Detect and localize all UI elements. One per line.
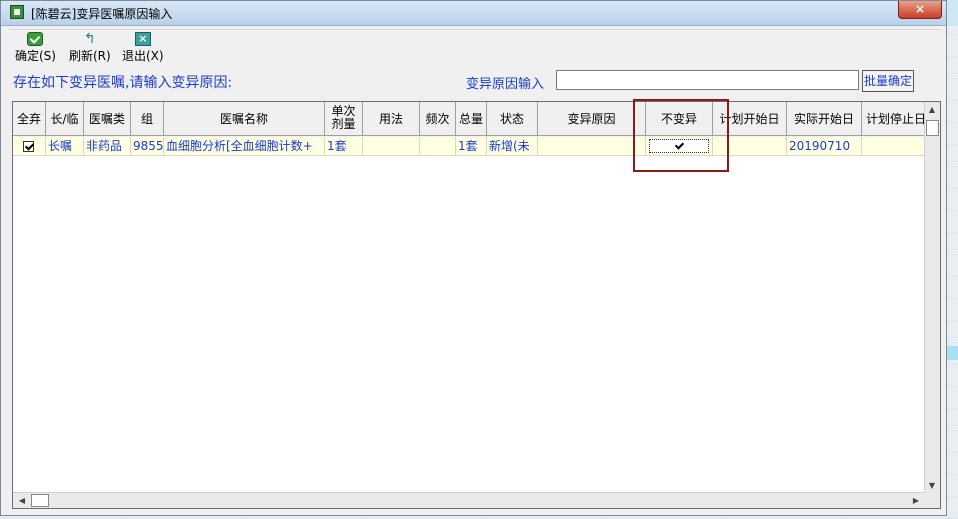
col-group[interactable]: 组: [131, 102, 164, 136]
usage-cell: [363, 137, 420, 156]
confirm-label: 确定(S): [15, 49, 56, 63]
app-icon: [10, 5, 24, 19]
refresh-label: 刷新(R): [69, 49, 111, 63]
dose-cell: 1套: [325, 137, 363, 156]
col-category[interactable]: 医嘱类: [84, 102, 131, 136]
table-header: 全弃 长/临 医嘱类 组 医嘱名称 单次 剂量 用法 频次 总量 状态 变异原因…: [13, 102, 925, 137]
table-row[interactable]: 长嘱 非药品 9855 血细胞分析[全血细胞计数+ 1套 1套 新增(未 201…: [13, 137, 925, 156]
discard-checkbox[interactable]: [23, 141, 34, 152]
exit-label: 退出(X): [122, 49, 164, 63]
vertical-scroll-thumb[interactable]: [926, 120, 939, 136]
col-order-name[interactable]: 医嘱名称: [164, 102, 325, 136]
horizontal-scrollbar[interactable]: ◀ ▶: [13, 492, 925, 508]
total-cell: 1套: [456, 137, 487, 156]
confirm-button[interactable]: 确定(S): [15, 32, 56, 64]
order-type-cell: 长嘱: [46, 137, 84, 156]
scroll-down-arrow-icon[interactable]: ▼: [925, 481, 939, 490]
scroll-right-arrow-icon[interactable]: ▶: [909, 496, 923, 505]
col-discard-all[interactable]: 全弃: [13, 102, 46, 136]
col-long-temp[interactable]: 长/临: [46, 102, 84, 136]
col-plan-stop[interactable]: 计划停止日: [862, 102, 925, 136]
actual-start-cell: 20190710: [787, 137, 862, 156]
scroll-left-arrow-icon[interactable]: ◀: [15, 496, 29, 505]
title-bar[interactable]: [陈碧云]变异医嘱原因输入 ×: [1, 1, 946, 26]
reason-input[interactable]: [556, 70, 859, 90]
variation-reason-dialog: [陈碧云]变异医嘱原因输入 × 确定(S) ↰ 刷新(R) × 退出(X) 存在…: [0, 0, 947, 516]
category-cell: 非药品: [84, 137, 131, 156]
col-single-dose[interactable]: 单次 剂量: [325, 102, 363, 136]
col-frequency[interactable]: 频次: [420, 102, 456, 136]
batch-confirm-button[interactable]: 批量确定: [862, 70, 914, 92]
check-icon: [27, 32, 44, 46]
toolbar: 确定(S) ↰ 刷新(R) × 退出(X): [9, 29, 941, 66]
refresh-button[interactable]: ↰ 刷新(R): [69, 32, 111, 64]
vertical-scrollbar[interactable]: ▲ ▼: [924, 102, 940, 508]
reason-cell[interactable]: [538, 137, 646, 156]
col-usage[interactable]: 用法: [363, 102, 420, 136]
col-actual-start[interactable]: 实际开始日: [787, 102, 862, 136]
window-title: [陈碧云]变异医嘱原因输入: [31, 7, 173, 21]
col-status[interactable]: 状态: [487, 102, 538, 136]
col-total[interactable]: 总量: [456, 102, 487, 136]
exit-button[interactable]: × 退出(X): [122, 32, 164, 64]
horizontal-scroll-thumb[interactable]: [31, 494, 49, 507]
orders-table: 全弃 长/临 医嘱类 组 医嘱名称 单次 剂量 用法 频次 总量 状态 变异原因…: [12, 101, 941, 509]
exit-icon: ×: [134, 32, 151, 46]
scroll-up-arrow-icon[interactable]: ▲: [925, 105, 939, 114]
instruction-text: 存在如下变异医嘱,请输入变异原因:: [13, 75, 233, 91]
group-cell: 9855: [131, 137, 164, 156]
annotation-highlight-box: [633, 99, 729, 172]
refresh-icon: ↰: [83, 31, 96, 47]
plan-stop-cell: [862, 137, 925, 156]
status-cell: 新增(未: [487, 137, 538, 156]
col-single-dose-line2: 剂量: [331, 117, 356, 131]
col-variation-reason[interactable]: 变异原因: [538, 102, 646, 136]
reason-input-label: 变异原因输入: [466, 77, 545, 92]
order-name-cell: 血细胞分析[全血细胞计数+: [164, 137, 325, 156]
discard-cell[interactable]: [13, 137, 46, 156]
frequency-cell: [420, 137, 456, 156]
close-button[interactable]: ×: [898, 1, 942, 19]
